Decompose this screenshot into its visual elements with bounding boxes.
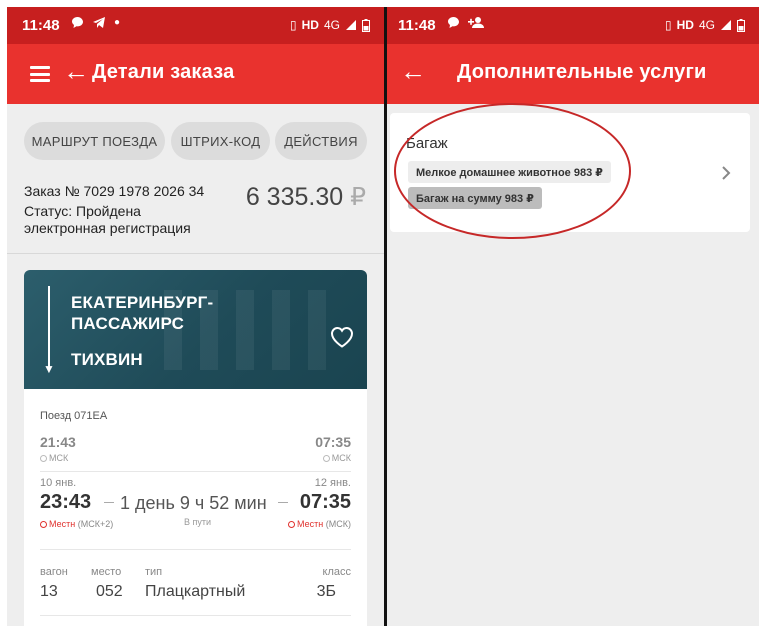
clock-icon (288, 521, 296, 528)
status-bar: 11:48 ▯ HD 4G (387, 7, 759, 44)
departure-local-tz: Местн (МСК+2) (40, 519, 113, 529)
ticket-card[interactable]: ▼ ЕКАТЕРИНБУРГ-ПАССАЖИРС ТИХВИН Поезд 07… (24, 270, 367, 626)
clock-icon (322, 455, 330, 462)
system-icons: ▯ HD 4G (665, 18, 745, 32)
train-number: Поезд 071ЕА (40, 410, 108, 422)
signal-type: 4G (698, 18, 715, 32)
heart-icon[interactable] (330, 326, 354, 348)
telegram-icon (93, 17, 105, 28)
screenshot-root: 11:48 ● ▯ HD 4G ← Детали заказа МАРШРУТ … (0, 0, 766, 626)
page-title: Детали заказа (92, 61, 235, 83)
notification-icons (447, 16, 484, 29)
battery-icon (362, 18, 370, 32)
signal-icon (346, 20, 356, 30)
notification-icons: ● (71, 16, 120, 29)
class-value: 3Б (316, 583, 336, 600)
add-person-icon (468, 17, 484, 28)
network-type: HD (676, 18, 694, 32)
arrival-time-local: 07:35 (299, 491, 351, 513)
currency-symbol: ₽ (350, 183, 366, 211)
vibrate-icon: ▯ (290, 18, 297, 32)
order-status: Статус: Пройдена (24, 203, 141, 219)
order-status-detail: электронная регистрация (24, 220, 191, 236)
dot-icon: ● (114, 17, 121, 28)
departure-station: ЕКАТЕРИНБУРГ-ПАССАЖИРС (71, 293, 214, 333)
back-arrow-icon[interactable]: ← (63, 56, 89, 86)
arrival-local-tz: Местн (МСК) (288, 519, 351, 529)
order-number: Заказ № 7029 1978 2026 34 (24, 183, 205, 199)
departure-time-msk: 21:43 (40, 434, 76, 450)
arrival-station: ТИХВИН (71, 350, 143, 369)
car-label: вагон (40, 566, 68, 578)
departure-time-local: 23:43 (40, 491, 92, 513)
actions-chip[interactable]: ДЕЙСТВИЯ (275, 122, 367, 160)
network-type: HD (301, 18, 319, 32)
arrival-time-msk: 07:35 (315, 434, 351, 450)
chat-icon (72, 17, 83, 28)
menu-icon[interactable] (30, 66, 50, 82)
car-value: 13 (40, 583, 58, 600)
divider (40, 615, 351, 616)
departure-date: 10 янв. (40, 477, 77, 489)
route-chip[interactable]: МАРШРУТ ПОЕЗДА (24, 122, 165, 160)
arrival-tz-msk: МСК (322, 453, 351, 463)
vibrate-icon: ▯ (665, 18, 672, 32)
trip-duration: 1 день 9 ч 52 мин (120, 493, 267, 513)
dash (278, 502, 288, 503)
seat-value: 052 (96, 583, 123, 600)
app-bar: ← Детали заказа (7, 44, 384, 104)
system-icons: ▯ HD 4G (290, 18, 370, 32)
battery-icon (737, 18, 745, 32)
ticket-header: ▼ ЕКАТЕРИНБУРГ-ПАССАЖИРС ТИХВИН (24, 270, 367, 389)
status-time: 11:48 (398, 17, 436, 34)
clock-icon (40, 521, 47, 528)
dash (104, 502, 114, 503)
barcode-chip[interactable]: ШТРИХ-КОД (171, 122, 270, 160)
app-bar: ← Дополнительные услуги (387, 44, 759, 104)
type-label: тип (145, 566, 163, 578)
type-value: Плацкартный (145, 583, 246, 600)
order-price: 6 335.30 ₽ (245, 183, 366, 211)
divider (40, 549, 351, 550)
page-title: Дополнительные услуги (457, 61, 707, 83)
clock-icon (40, 455, 47, 462)
divider (7, 253, 384, 254)
route-arrow-icon: ▼ (43, 362, 55, 376)
order-details-screen: 11:48 ● ▯ HD 4G ← Детали заказа МАРШРУТ … (7, 7, 384, 626)
chat-icon (448, 17, 459, 28)
additional-services-screen: 11:48 ▯ HD 4G ← Дополнительные услуги Ба… (387, 7, 759, 626)
status-bar: 11:48 ● ▯ HD 4G (7, 7, 384, 44)
seat-label: место (91, 566, 122, 578)
status-time: 11:48 (22, 17, 60, 34)
back-arrow-icon[interactable]: ← (400, 56, 426, 86)
annotation-circle (394, 103, 631, 239)
class-label: класс (322, 566, 351, 578)
in-way-label: В пути (184, 517, 212, 527)
divider (40, 471, 351, 472)
departure-tz-msk: МСК (40, 453, 68, 463)
route-line (48, 286, 50, 368)
chevron-right-icon[interactable] (720, 165, 732, 181)
signal-icon (721, 20, 731, 30)
signal-type: 4G (323, 18, 340, 32)
arrival-date: 12 янв. (314, 477, 351, 489)
